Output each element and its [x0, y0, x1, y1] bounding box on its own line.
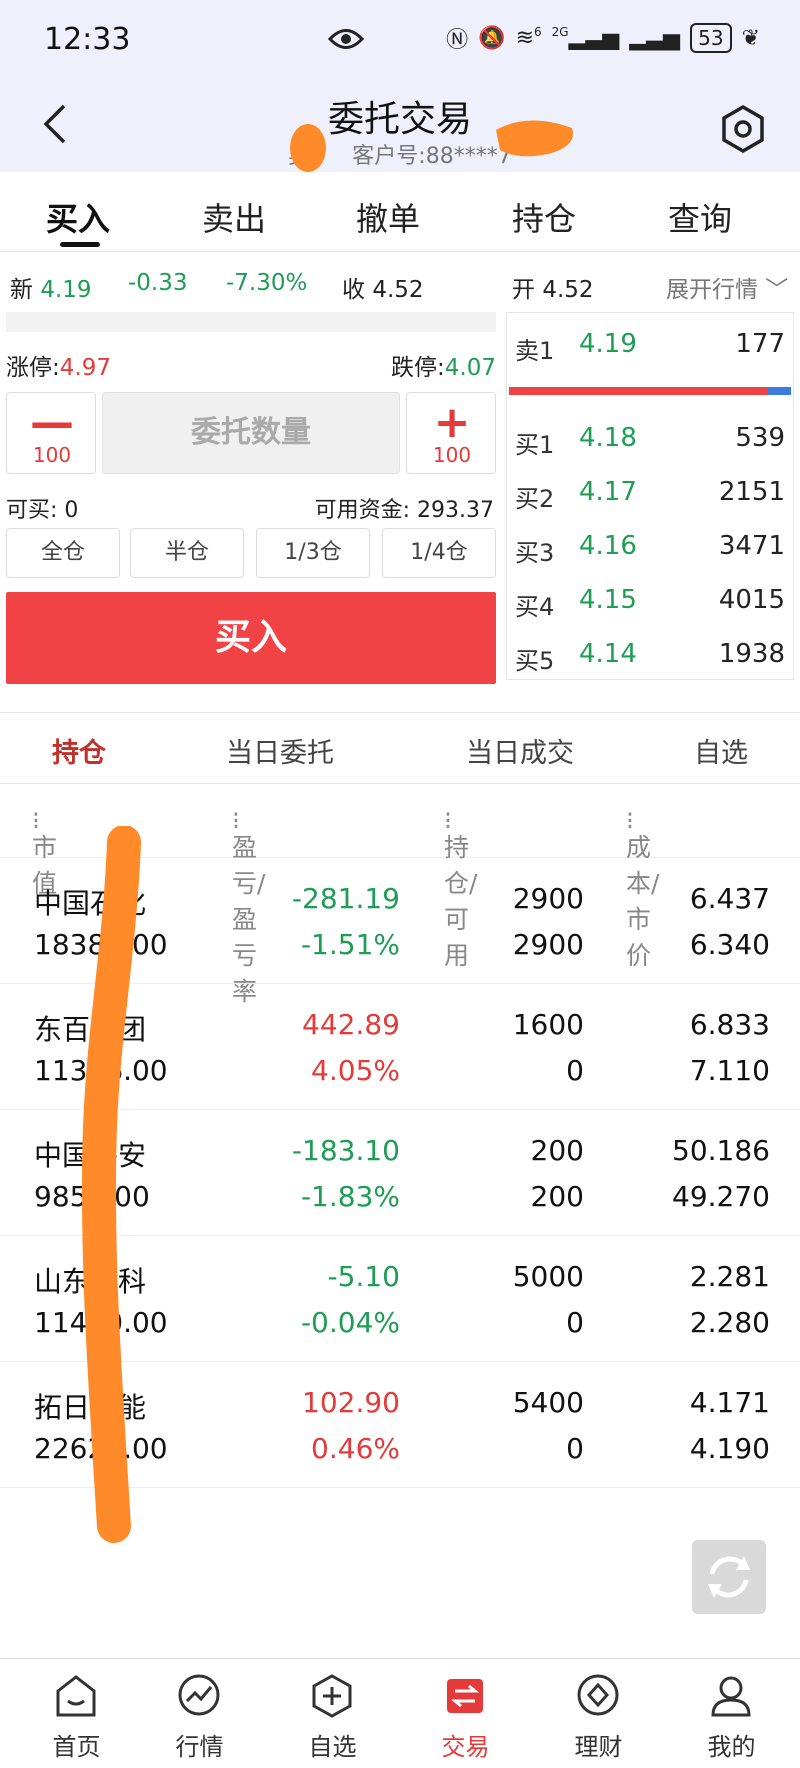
settings-icon[interactable] — [718, 104, 768, 154]
nfc-icon: Ⓝ — [446, 28, 469, 53]
ratio-bar-blue — [768, 387, 791, 395]
page-title: 委托交易 — [327, 99, 472, 140]
portion-quarter-button[interactable]: 1/4仓 — [382, 528, 496, 578]
limit-up: 涨停:4.97 — [6, 355, 111, 381]
bottom-nav: 首页 行情 自选 交易 理财 我的 — [0, 1658, 800, 1768]
battery-icon: 53 — [690, 23, 732, 53]
tab-buy[interactable]: 买入 — [46, 194, 110, 240]
plus-icon: + — [433, 397, 471, 448]
profile-icon — [711, 1676, 751, 1717]
buy-sell-ratio-bar — [509, 387, 791, 395]
wifi-icon: ≋6 — [515, 25, 542, 51]
tab-sell[interactable]: 卖出 — [202, 194, 266, 240]
col-profit-loss[interactable]: 盈亏/盈亏率 ⁝ — [232, 806, 265, 1006]
ask-row: 卖1 4.19 177 — [515, 329, 785, 365]
holdings-tabs: 持仓 当日委托 当日成交 自选 — [0, 712, 800, 784]
expand-quote-button[interactable]: 展开行情 ﹀ — [666, 270, 788, 304]
bid-row: 买3 4.16 3471 — [515, 531, 785, 567]
nav-market[interactable]: 行情 — [133, 1659, 266, 1768]
nav-wealth[interactable]: 理财 — [532, 1659, 665, 1768]
table-row[interactable]: 中国石化 18386.00 -281.19 -1.51% 2900 2900 6… — [0, 858, 800, 984]
quote-new: 新 4.19 — [10, 277, 92, 303]
price-input-partial[interactable] — [6, 312, 496, 332]
nav-home[interactable]: 首页 — [10, 1659, 143, 1768]
tab-today-orders[interactable]: 当日委托 — [226, 731, 334, 770]
available-funds: 可用资金: 293.37 — [314, 498, 494, 523]
table-row[interactable]: 中国平安 9854.00 -183.10 -1.83% 200 200 50.1… — [0, 1110, 800, 1236]
account-info: 吴 客户号:88****7 — [0, 138, 800, 170]
portion-third-button[interactable]: 1/3仓 — [256, 528, 370, 578]
quote-change-pct: -7.30% — [226, 270, 308, 296]
account-name: 吴 — [288, 144, 311, 169]
wealth-icon — [577, 1674, 619, 1716]
nav-trade[interactable]: 交易 — [399, 1659, 532, 1768]
tab-positions[interactable]: 持仓 — [52, 731, 106, 770]
eye-icon — [328, 29, 364, 49]
increase-quantity-button[interactable]: + 100 — [406, 392, 496, 474]
bid-row: 买4 4.15 4015 — [515, 585, 785, 621]
col-position[interactable]: 持仓/可用 ⁝ — [444, 806, 477, 970]
nav-watchlist[interactable]: 自选 — [266, 1659, 399, 1768]
quote-change: -0.33 — [128, 270, 188, 296]
status-icons: Ⓝ 🔕 ≋6 2G▂▃▅ ▂▃▅ 53 ❦ — [446, 22, 760, 54]
portion-half-button[interactable]: 半仓 — [130, 528, 244, 578]
can-buy: 可买: 0 — [6, 498, 79, 523]
nav-profile[interactable]: 我的 — [665, 1659, 798, 1768]
tab-watchlist[interactable]: 自选 — [694, 731, 748, 770]
quote-open: 开 4.52 — [512, 277, 594, 303]
top-header: 12:33 Ⓝ 🔕 ≋6 2G▂▃▅ ▂▃▅ 53 ❦ 委托交易 吴 客户号:8… — [0, 0, 800, 172]
mute-icon: 🔕 — [478, 25, 506, 51]
table-row[interactable]: 山东高科 11400.00 -5.10 -0.04% 5000 0 2.281 … — [0, 1236, 800, 1362]
quantity-input[interactable]: 委托数量 — [102, 392, 400, 474]
leaf-icon: ❦ — [741, 25, 760, 51]
account-number: 客户号:88****7 — [352, 144, 512, 169]
limit-down: 跌停:4.07 — [391, 355, 496, 381]
bid-row: 买1 4.18 539 — [515, 423, 785, 459]
table-row[interactable]: 东百集团 11376.00 442.89 4.05% 1600 0 6.833 … — [0, 984, 800, 1110]
home-icon — [56, 1675, 96, 1717]
signal-icon: 2G▂▃▅ — [551, 25, 620, 51]
quote-strip: 新 4.19 -0.33 -7.30% 收 4.52 开 4.52 展开行情 ﹀ — [0, 252, 800, 312]
market-icon — [178, 1674, 220, 1716]
tab-cancel[interactable]: 撤单 — [356, 194, 420, 240]
trade-icon — [447, 1679, 483, 1713]
holdings-column-headers: 市值 ⁝ 盈亏/盈亏率 ⁝ 持仓/可用 ⁝ 成本/市价 ⁝ — [0, 784, 800, 1006]
portion-full-button[interactable]: 全仓 — [6, 528, 120, 578]
tab-query[interactable]: 查询 — [668, 194, 732, 240]
order-book: 卖1 4.19 177 买1 4.18 539 买2 4.17 2151 买3 4.16 3… — [506, 312, 794, 680]
tab-holdings[interactable]: 持仓 — [512, 194, 576, 240]
refresh-button[interactable] — [692, 1540, 766, 1614]
signal-icon-2: ▂▃▅ — [629, 25, 681, 51]
active-tab-indicator — [60, 242, 100, 247]
tab-today-trades[interactable]: 当日成交 — [466, 731, 574, 770]
status-time: 12:33 — [44, 22, 131, 57]
status-bar: 12:33 Ⓝ 🔕 ≋6 2G▂▃▅ ▂▃▅ 53 ❦ — [0, 18, 800, 62]
quote-close: 收 4.52 — [342, 277, 424, 303]
trade-tabs: 买入 卖出 撤单 持仓 查询 — [0, 172, 800, 252]
col-cost-price[interactable]: 成本/市价 ⁝ — [626, 806, 659, 970]
col-market-value[interactable]: 市值 ⁝ — [32, 806, 57, 898]
bid-row: 买2 4.17 2151 — [515, 477, 785, 513]
table-row[interactable]: 拓日新能 22626.00 102.90 0.46% 5400 0 4.171 … — [0, 1362, 800, 1488]
bid-row: 买5 4.14 1938 — [515, 639, 785, 675]
decrease-quantity-button[interactable]: — 100 — [6, 392, 96, 474]
minus-icon: — — [30, 397, 74, 448]
order-form: 涨停:4.97 跌停:4.07 — 100 委托数量 + 100 可买: 0 可… — [0, 312, 500, 692]
watchlist-icon — [312, 1674, 352, 1718]
buy-button[interactable]: 买入 — [6, 592, 496, 684]
refresh-icon — [708, 1556, 750, 1598]
